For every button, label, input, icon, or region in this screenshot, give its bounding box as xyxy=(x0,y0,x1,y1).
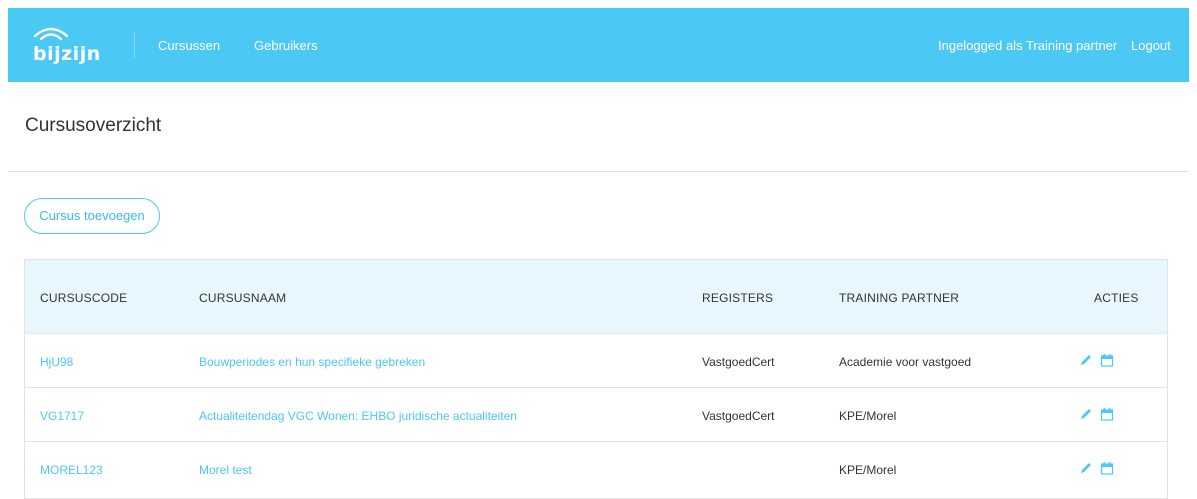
course-code-link[interactable]: MOREL123 xyxy=(40,463,103,477)
course-name-link[interactable]: Morel test xyxy=(199,463,252,477)
nav-link-gebruikers[interactable]: Gebruikers xyxy=(254,38,318,53)
pencil-icon[interactable] xyxy=(1079,407,1093,421)
column-header-partner: TRAINING PARTNER xyxy=(839,291,960,305)
course-name-link[interactable]: Actualiteitendag VGC Wonen: EHBO juridis… xyxy=(199,409,517,423)
nav-link-cursussen[interactable]: Cursussen xyxy=(158,38,220,53)
divider xyxy=(8,171,1189,172)
top-navbar: bijzijn Cursussen Gebruikers Ingelogged … xyxy=(8,8,1189,82)
page-title: Cursusoverzicht xyxy=(25,115,162,136)
calendar-icon[interactable] xyxy=(1100,353,1114,367)
column-header-name: CURSUSNAAM xyxy=(199,291,287,305)
training-partner-cell: KPE/Morel xyxy=(839,463,897,477)
table-row: VG1717 Actualiteitendag VGC Wonen: EHBO … xyxy=(25,388,1167,442)
table-row: HjU98 Bouwperiodes en hun specifieke geb… xyxy=(25,334,1167,388)
wifi-icon xyxy=(33,27,69,41)
registers-cell: VastgoedCert xyxy=(702,355,775,369)
logged-in-status: Ingelogged als Training partner xyxy=(938,38,1118,53)
logo-text: bijzijn xyxy=(33,43,101,65)
training-partner-cell: KPE/Morel xyxy=(839,409,897,423)
table-header: CURSUSCODE CURSUSNAAM REGISTERS TRAINING… xyxy=(25,260,1167,334)
nav-divider xyxy=(134,32,135,58)
calendar-icon[interactable] xyxy=(1100,461,1114,475)
course-code-link[interactable]: VG1717 xyxy=(40,409,84,423)
calendar-icon[interactable] xyxy=(1100,407,1114,421)
course-code-link[interactable]: HjU98 xyxy=(40,355,73,369)
pencil-icon[interactable] xyxy=(1079,461,1093,475)
column-header-actions: ACTIES xyxy=(1094,291,1139,305)
column-header-code: CURSUSCODE xyxy=(40,291,128,305)
column-header-registers: REGISTERS xyxy=(702,291,774,305)
course-name-link[interactable]: Bouwperiodes en hun specifieke gebreken xyxy=(199,355,425,369)
registers-cell: VastgoedCert xyxy=(702,409,775,423)
pencil-icon[interactable] xyxy=(1079,353,1093,367)
add-course-button[interactable]: Cursus toevoegen xyxy=(24,198,160,234)
logout-link[interactable]: Logout xyxy=(1131,38,1171,53)
course-table: CURSUSCODE CURSUSNAAM REGISTERS TRAINING… xyxy=(24,259,1168,499)
training-partner-cell: Academie voor vastgoed xyxy=(839,355,972,369)
bijzijn-logo[interactable]: bijzijn xyxy=(31,24,100,65)
table-row: MOREL123 Morel test KPE/Morel xyxy=(25,442,1167,496)
